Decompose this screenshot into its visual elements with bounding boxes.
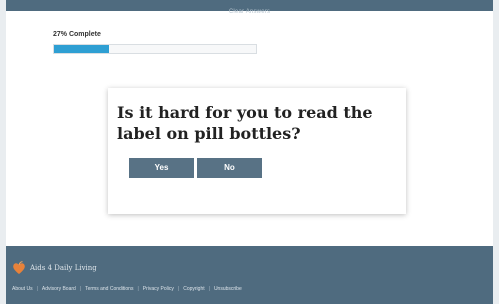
footer: Aids 4 Daily Living About Us | Advisory Bo…: [6, 246, 493, 304]
footer-brand[interactable]: Aids 4 Daily Living: [12, 261, 97, 275]
brand-name: Aids 4 Daily Living: [30, 264, 97, 272]
progress-bar-fill: [54, 45, 109, 53]
orange-heart-leaf-logo-icon: [13, 261, 25, 274]
question-text: Is it hard for you to read the label on …: [117, 103, 373, 143]
footer-link-copyright[interactable]: Copyright: [183, 286, 204, 292]
footer-link-separator: |: [36, 286, 38, 292]
footer-link-unsubscribe[interactable]: Unsubscribe: [214, 286, 242, 292]
question-card: Is it hard for you to read the label on …: [108, 88, 406, 214]
yes-button[interactable]: Yes: [129, 158, 194, 178]
footer-links: About Us | Advisory Board | Terms and Condit…: [12, 286, 242, 292]
footer-link-separator: |: [137, 286, 139, 292]
footer-link-separator: |: [79, 286, 82, 292]
progress-label: 27% Complete: [53, 31, 101, 38]
top-bar: Clear Answers: [6, 0, 493, 15]
footer-link-privacy-policy[interactable]: Privacy Policy: [143, 286, 174, 292]
clear-answers-link[interactable]: Clear Answers: [229, 9, 270, 15]
no-button[interactable]: No: [197, 158, 262, 178]
page: Clear Answers 27% Complete Is it hard fo…: [6, 0, 493, 304]
footer-link-separator: |: [208, 286, 210, 292]
footer-link-advisory-board[interactable]: Advisory Board: [42, 286, 76, 292]
footer-link-about-us[interactable]: About Us: [12, 286, 33, 292]
progress-bar: [53, 44, 257, 54]
footer-link-terms-and-conditions[interactable]: Terms and Conditions: [85, 286, 133, 292]
footer-link-separator: |: [177, 286, 180, 292]
